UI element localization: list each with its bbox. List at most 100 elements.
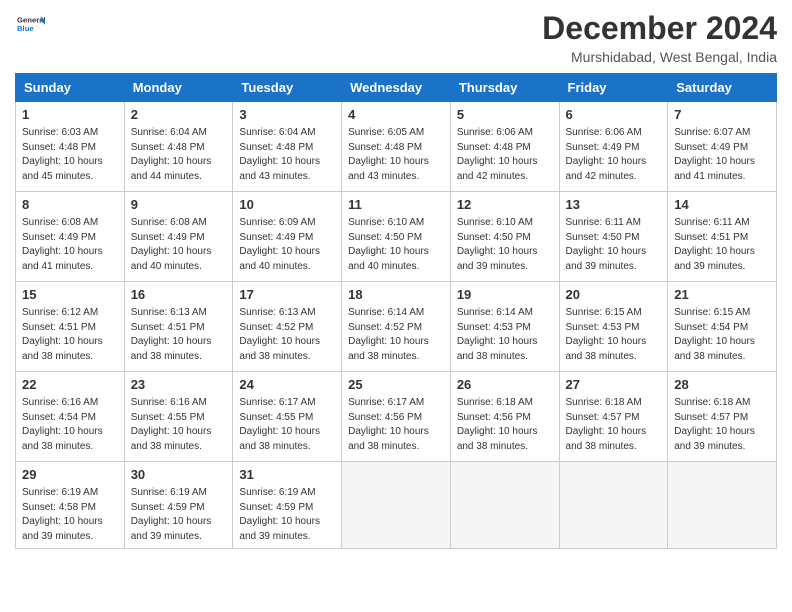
calendar-week-1: 1 Sunrise: 6:03 AMSunset: 4:48 PMDaylight… <box>16 102 777 192</box>
day-info: Sunrise: 6:04 AMSunset: 4:48 PMDaylight:… <box>131 126 227 184</box>
day-number: 14 <box>674 196 770 214</box>
calendar-week-5: 29 Sunrise: 6:19 AMSunset: 4:58 PMDayligh… <box>16 462 777 549</box>
calendar-cell: 13 Sunrise: 6:11 AMSunset: 4:50 PMDayligh… <box>559 192 668 282</box>
calendar-cell: 20 Sunrise: 6:15 AMSunset: 4:53 PMDayligh… <box>559 282 668 372</box>
day-number: 2 <box>131 106 227 124</box>
day-info: Sunrise: 6:10 AMSunset: 4:50 PMDaylight:… <box>457 216 553 274</box>
day-info: Sunrise: 6:05 AMSunset: 4:48 PMDaylight:… <box>348 126 444 184</box>
day-number: 6 <box>566 106 662 124</box>
day-number: 3 <box>239 106 335 124</box>
calendar-cell: 8 Sunrise: 6:08 AMSunset: 4:49 PMDaylight… <box>16 192 125 282</box>
day-info: Sunrise: 6:13 AMSunset: 4:51 PMDaylight:… <box>131 306 227 364</box>
calendar-cell: 14 Sunrise: 6:11 AMSunset: 4:51 PMDayligh… <box>668 192 777 282</box>
calendar-cell: 5 Sunrise: 6:06 AMSunset: 4:48 PMDaylight… <box>450 102 559 192</box>
day-number: 29 <box>22 466 118 484</box>
calendar-cell: 9 Sunrise: 6:08 AMSunset: 4:49 PMDaylight… <box>124 192 233 282</box>
calendar-cell: 1 Sunrise: 6:03 AMSunset: 4:48 PMDaylight… <box>16 102 125 192</box>
calendar-cell: 15Sunrise: 6:12 AMSunset: 4:51 PMDayligh… <box>16 282 125 372</box>
day-number: 11 <box>348 196 444 214</box>
calendar-cell: 19 Sunrise: 6:14 AMSunset: 4:53 PMDayligh… <box>450 282 559 372</box>
day-number: 12 <box>457 196 553 214</box>
day-info: Sunrise: 6:10 AMSunset: 4:50 PMDaylight:… <box>348 216 444 274</box>
day-number: 16 <box>131 286 227 304</box>
day-info: Sunrise: 6:07 AMSunset: 4:49 PMDaylight:… <box>674 126 770 184</box>
calendar-cell: 3 Sunrise: 6:04 AMSunset: 4:48 PMDaylight… <box>233 102 342 192</box>
day-info: Sunrise: 6:09 AMSunset: 4:49 PMDaylight:… <box>239 216 335 274</box>
day-info: Sunrise: 6:11 AMSunset: 4:51 PMDaylight:… <box>674 216 770 274</box>
calendar-cell: 28Sunrise: 6:18 AMSunset: 4:57 PMDayligh… <box>668 372 777 462</box>
calendar-cell: 22 Sunrise: 6:16 AMSunset: 4:54 PMDayligh… <box>16 372 125 462</box>
calendar-cell: 30Sunrise: 6:19 AMSunset: 4:59 PMDayligh… <box>124 462 233 549</box>
day-number: 24 <box>239 376 335 394</box>
day-number: 25 <box>348 376 444 394</box>
month-title: December 2024 <box>542 10 777 47</box>
weekday-header-wednesday: Wednesday <box>342 74 451 102</box>
day-number: 17 <box>239 286 335 304</box>
day-info: Sunrise: 6:08 AMSunset: 4:49 PMDaylight:… <box>131 216 227 274</box>
day-number: 7 <box>674 106 770 124</box>
day-info: Sunrise: 6:04 AMSunset: 4:48 PMDaylight:… <box>239 126 335 184</box>
svg-text:Blue: Blue <box>17 24 34 33</box>
day-number: 21 <box>674 286 770 304</box>
weekday-header-friday: Friday <box>559 74 668 102</box>
calendar-cell: 10 Sunrise: 6:09 AMSunset: 4:49 PMDayligh… <box>233 192 342 282</box>
day-number: 5 <box>457 106 553 124</box>
day-number: 15 <box>22 286 118 304</box>
day-number: 26 <box>457 376 553 394</box>
day-number: 10 <box>239 196 335 214</box>
day-number: 1 <box>22 106 118 124</box>
day-info: Sunrise: 6:06 AMSunset: 4:48 PMDaylight:… <box>457 126 553 184</box>
day-info: Sunrise: 6:03 AMSunset: 4:48 PMDaylight:… <box>22 126 118 184</box>
calendar-cell: 29 Sunrise: 6:19 AMSunset: 4:58 PMDayligh… <box>16 462 125 549</box>
day-info: Sunrise: 6:15 AMSunset: 4:54 PMDaylight:… <box>674 306 770 364</box>
calendar-week-3: 15Sunrise: 6:12 AMSunset: 4:51 PMDayligh… <box>16 282 777 372</box>
day-number: 28 <box>674 376 770 394</box>
day-info: Sunrise: 6:18 AMSunset: 4:56 PMDaylight:… <box>457 396 553 454</box>
day-info: Sunrise: 6:17 AMSunset: 4:55 PMDaylight:… <box>239 396 335 454</box>
calendar-table: SundayMondayTuesdayWednesdayThursdayFrid… <box>15 73 777 549</box>
day-number: 27 <box>566 376 662 394</box>
calendar-cell: 18Sunrise: 6:14 AMSunset: 4:52 PMDayligh… <box>342 282 451 372</box>
header: General Blue December 2024 Murshidabad, … <box>15 10 777 65</box>
calendar-cell: 11 Sunrise: 6:10 AMSunset: 4:50 PMDayligh… <box>342 192 451 282</box>
day-number: 22 <box>22 376 118 394</box>
calendar-cell <box>668 462 777 549</box>
calendar-cell <box>342 462 451 549</box>
day-info: Sunrise: 6:08 AMSunset: 4:49 PMDaylight:… <box>22 216 118 274</box>
calendar-week-2: 8 Sunrise: 6:08 AMSunset: 4:49 PMDaylight… <box>16 192 777 282</box>
day-number: 30 <box>131 466 227 484</box>
day-number: 23 <box>131 376 227 394</box>
day-number: 4 <box>348 106 444 124</box>
weekday-header-tuesday: Tuesday <box>233 74 342 102</box>
calendar-cell: 26 Sunrise: 6:18 AMSunset: 4:56 PMDayligh… <box>450 372 559 462</box>
calendar-cell: 24 Sunrise: 6:17 AMSunset: 4:55 PMDayligh… <box>233 372 342 462</box>
day-info: Sunrise: 6:14 AMSunset: 4:53 PMDaylight:… <box>457 306 553 364</box>
calendar-cell <box>450 462 559 549</box>
calendar-cell: 25 Sunrise: 6:17 AMSunset: 4:56 PMDayligh… <box>342 372 451 462</box>
day-number: 19 <box>457 286 553 304</box>
day-info: Sunrise: 6:15 AMSunset: 4:53 PMDaylight:… <box>566 306 662 364</box>
day-info: Sunrise: 6:11 AMSunset: 4:50 PMDaylight:… <box>566 216 662 274</box>
weekday-header-row: SundayMondayTuesdayWednesdayThursdayFrid… <box>16 74 777 102</box>
location: Murshidabad, West Bengal, India <box>542 49 777 65</box>
day-number: 18 <box>348 286 444 304</box>
day-info: Sunrise: 6:19 AMSunset: 4:59 PMDaylight:… <box>239 486 335 544</box>
day-number: 20 <box>566 286 662 304</box>
day-info: Sunrise: 6:16 AMSunset: 4:54 PMDaylight:… <box>22 396 118 454</box>
calendar-cell: 6Sunrise: 6:06 AMSunset: 4:49 PMDaylight… <box>559 102 668 192</box>
day-info: Sunrise: 6:17 AMSunset: 4:56 PMDaylight:… <box>348 396 444 454</box>
day-info: Sunrise: 6:13 AMSunset: 4:52 PMDaylight:… <box>239 306 335 364</box>
calendar-cell: 16 Sunrise: 6:13 AMSunset: 4:51 PMDayligh… <box>124 282 233 372</box>
calendar-cell: 27Sunrise: 6:18 AMSunset: 4:57 PMDayligh… <box>559 372 668 462</box>
day-number: 8 <box>22 196 118 214</box>
logo: General Blue <box>15 10 45 43</box>
calendar-cell: 2 Sunrise: 6:04 AMSunset: 4:48 PMDaylight… <box>124 102 233 192</box>
day-info: Sunrise: 6:16 AMSunset: 4:55 PMDaylight:… <box>131 396 227 454</box>
calendar-week-4: 22 Sunrise: 6:16 AMSunset: 4:54 PMDayligh… <box>16 372 777 462</box>
day-number: 9 <box>131 196 227 214</box>
calendar-cell: 21 Sunrise: 6:15 AMSunset: 4:54 PMDayligh… <box>668 282 777 372</box>
day-info: Sunrise: 6:19 AMSunset: 4:58 PMDaylight:… <box>22 486 118 544</box>
day-number: 13 <box>566 196 662 214</box>
weekday-header-thursday: Thursday <box>450 74 559 102</box>
weekday-header-monday: Monday <box>124 74 233 102</box>
